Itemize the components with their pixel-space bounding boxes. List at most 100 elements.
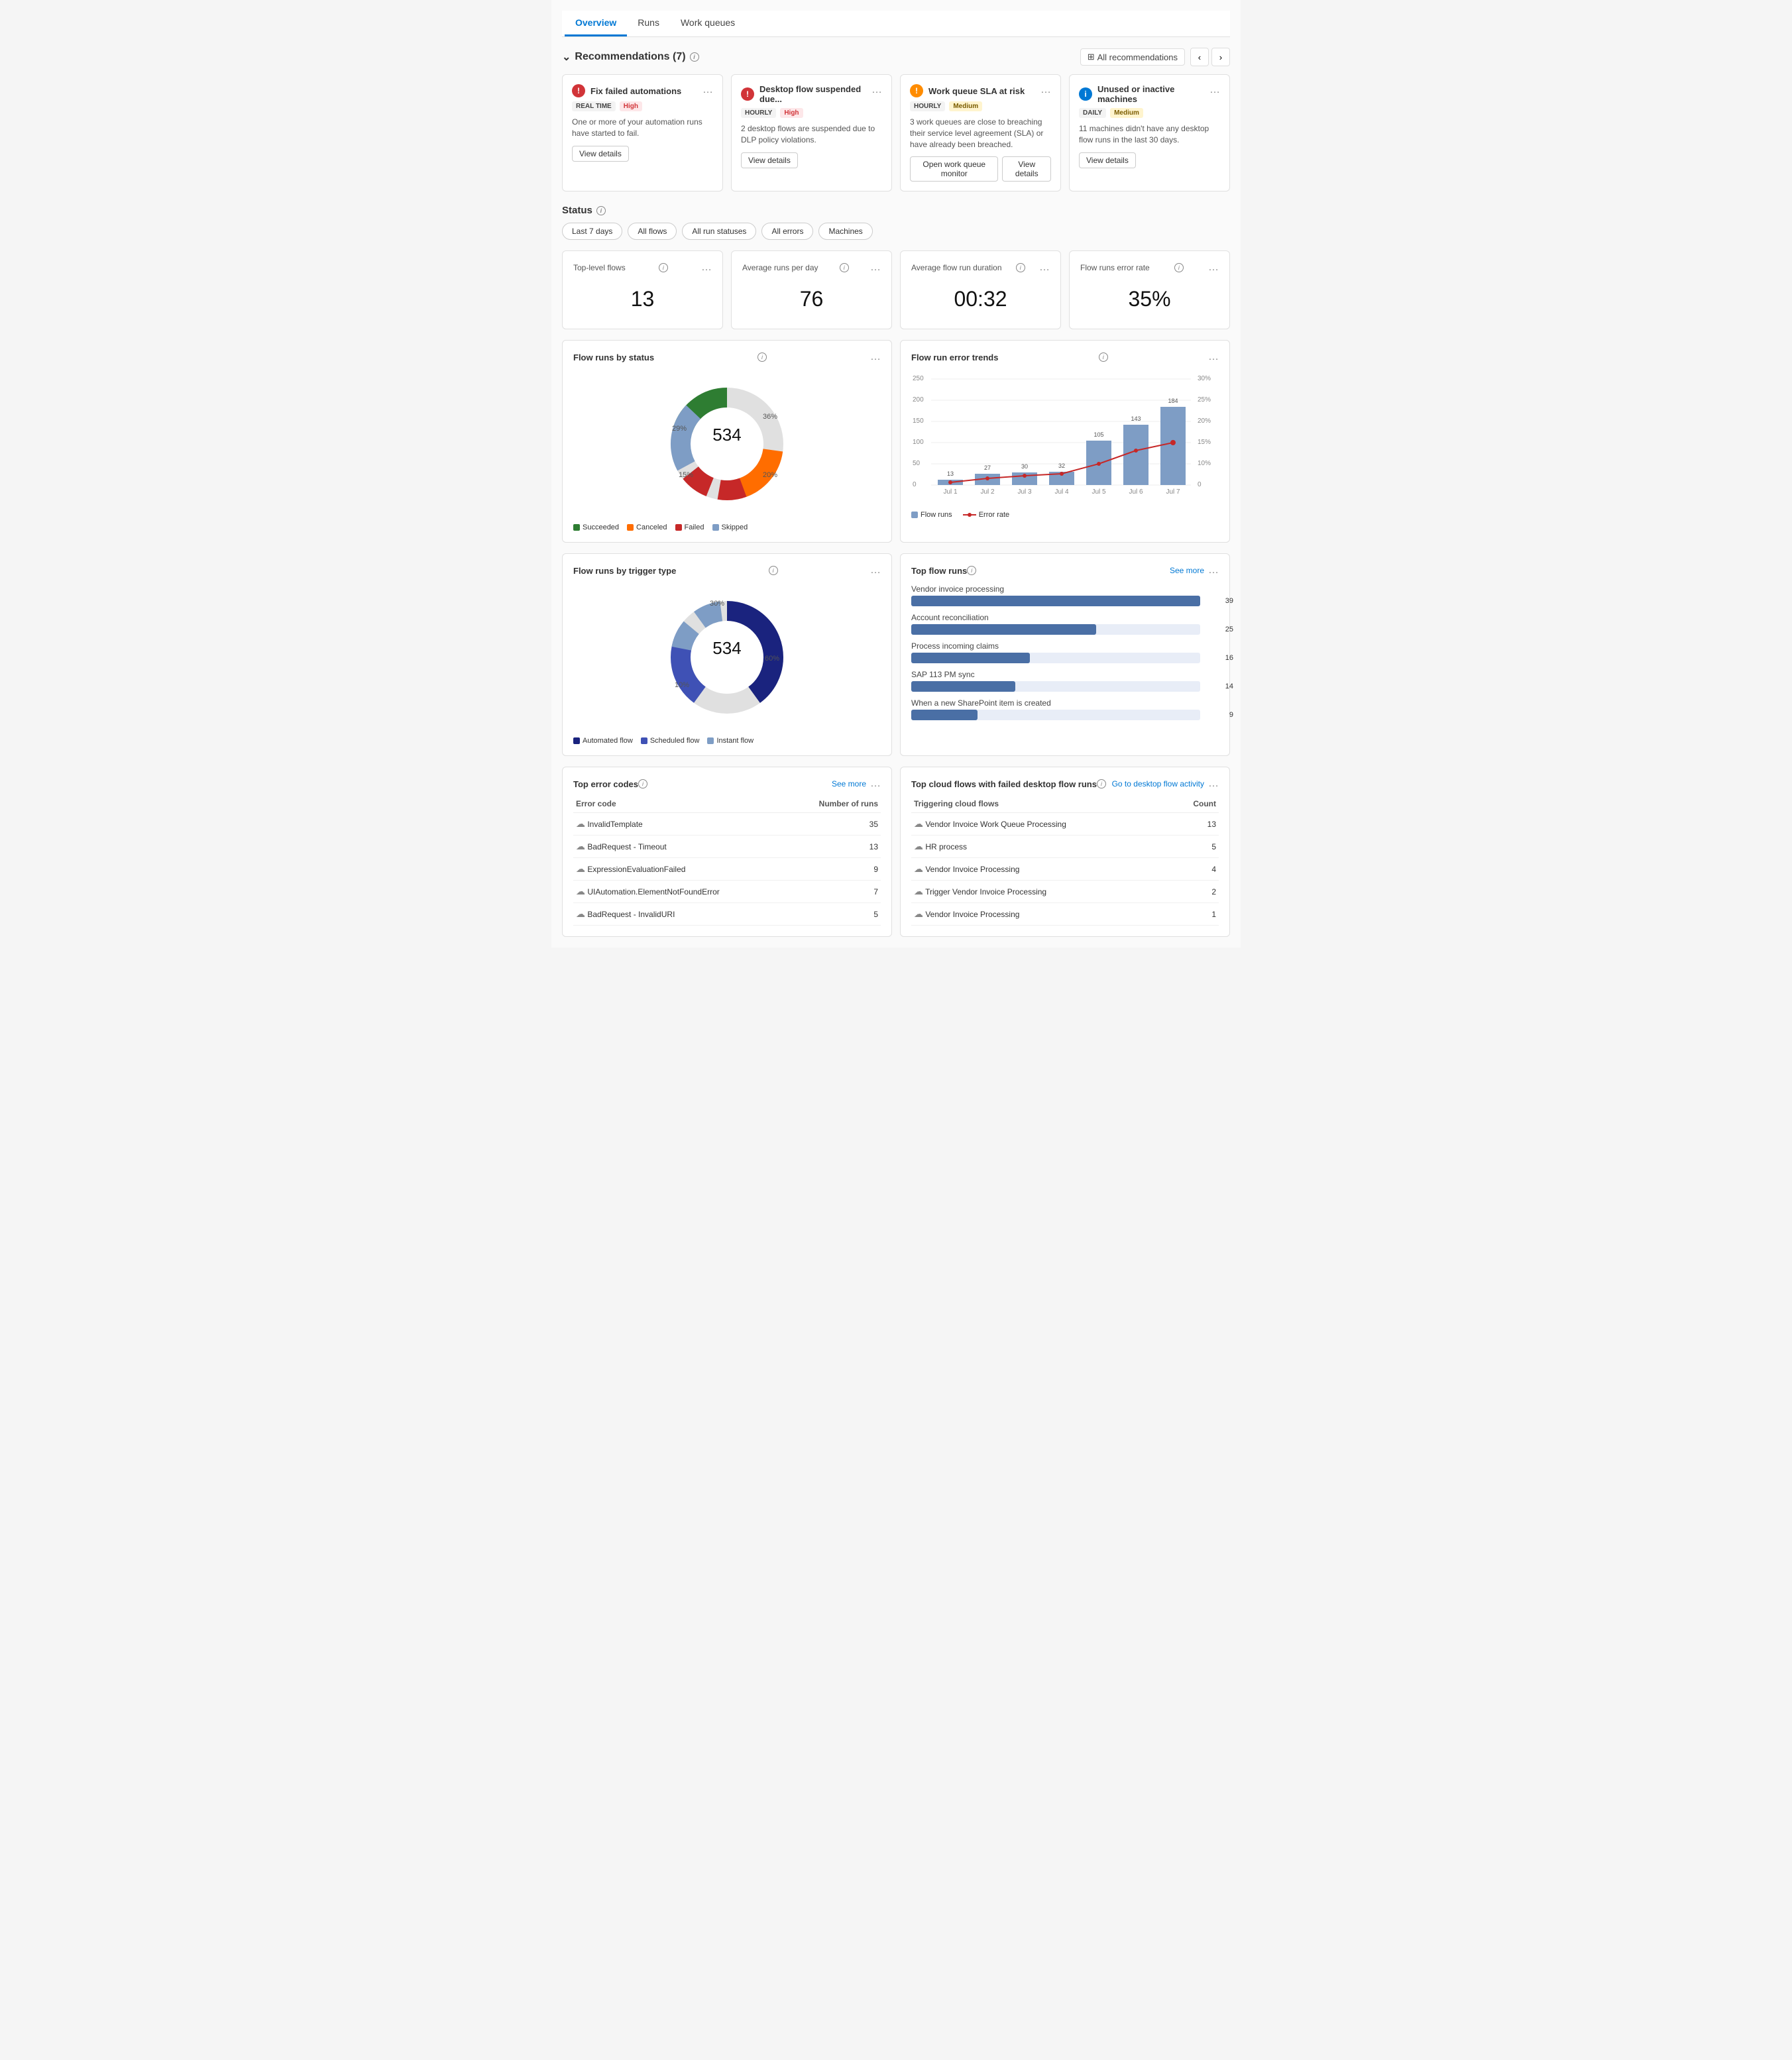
view-details-0[interactable]: View details	[572, 146, 629, 162]
error-codes-more[interactable]: …	[870, 778, 881, 790]
cloud-flows-activity-link[interactable]: Go to desktop flow activity	[1112, 779, 1204, 788]
kpi-cards: Top-level flows i … 13 Average runs per …	[562, 250, 1230, 329]
all-recommendations-button[interactable]: ⊞ All recommendations	[1080, 48, 1185, 66]
svg-text:0: 0	[1198, 481, 1202, 488]
view-details-2[interactable]: View details	[1002, 156, 1051, 182]
cloud-icon-2: ☁	[576, 863, 585, 874]
prev-arrow[interactable]: ‹	[1190, 48, 1209, 66]
top-flow-runs-info: i	[967, 566, 976, 575]
nav-workqueues[interactable]: Work queues	[670, 11, 746, 36]
rec-desc-1: 2 desktop flows are suspended due to DLP…	[741, 123, 882, 146]
view-details-1[interactable]: View details	[741, 152, 798, 168]
svg-text:50: 50	[913, 460, 921, 467]
kpi-more-1[interactable]: …	[870, 262, 881, 274]
more-icon-2[interactable]: …	[1040, 84, 1051, 96]
flow-runs-trigger-card: Flow runs by trigger type i … 534 60%	[562, 553, 892, 756]
top-flow-runs-see-more[interactable]: See more	[1170, 566, 1204, 575]
kpi-info-2: i	[1016, 263, 1025, 272]
filter-allflows[interactable]: All flows	[628, 223, 677, 240]
table-row: ☁ Vendor Invoice Processing 1	[911, 903, 1219, 926]
svg-text:Jul 7: Jul 7	[1166, 488, 1180, 496]
flow-runs-by-status-card: Flow runs by status i …	[562, 340, 892, 543]
rec-desc-3: 11 machines didn't have any desktop flow…	[1079, 123, 1220, 146]
svg-text:Jul 3: Jul 3	[1017, 488, 1032, 496]
kpi-title-0: Top-level flows	[573, 263, 626, 272]
filter-bar: Last 7 days All flows All run statuses A…	[562, 223, 1230, 240]
table-row: ☁ ExpressionEvaluationFailed 9	[573, 858, 881, 881]
top-cloud-flows-card: Top cloud flows with failed desktop flow…	[900, 767, 1230, 937]
svg-text:0: 0	[913, 481, 917, 488]
flow-run-error-trends-card: Flow run error trends i … 250 200 150 10…	[900, 340, 1230, 543]
charts-row-2: Flow runs by trigger type i … 534 60%	[562, 553, 1230, 756]
filter-machines[interactable]: Machines	[818, 223, 872, 240]
rec-title-3: Unused or inactive machines	[1097, 84, 1209, 104]
kpi-error-rate: Flow runs error rate i … 35%	[1069, 250, 1230, 329]
more-icon-0[interactable]: …	[702, 84, 713, 96]
svg-text:534: 534	[712, 638, 741, 658]
kpi-more-3[interactable]: …	[1208, 262, 1219, 274]
kpi-more-2[interactable]: …	[1039, 262, 1050, 274]
table-row: ☁ HR process 5	[911, 836, 1219, 858]
rec-grid-icon: ⊞	[1088, 52, 1095, 62]
cloud-icon-cf-2: ☁	[914, 863, 923, 874]
cloud-flows-table: Triggering cloud flows Count ☁ Vendor In…	[911, 795, 1219, 926]
svg-text:Jul 4: Jul 4	[1054, 488, 1069, 496]
donut-legend-status: Succeeded Canceled Failed Skipped	[573, 523, 881, 531]
svg-text:32: 32	[1058, 462, 1065, 469]
cloud-col-name: Triggering cloud flows	[911, 795, 1172, 813]
flow-bar-item-1: Account reconciliation 25	[911, 613, 1219, 635]
more-icon-3[interactable]: …	[1209, 84, 1220, 96]
open-monitor-2[interactable]: Open work queue monitor	[910, 156, 998, 182]
svg-text:27: 27	[984, 464, 991, 471]
svg-text:250: 250	[913, 375, 924, 382]
recommendations-title: ⌄ Recommendations (7) i	[562, 50, 699, 64]
rec-card-3: i Unused or inactive machines … DAILY Me…	[1069, 74, 1230, 191]
donut-chart-status: 534 36% 20% 15% 29%	[573, 371, 881, 517]
svg-text:13: 13	[947, 470, 954, 477]
filter-last7days[interactable]: Last 7 days	[562, 223, 622, 240]
kpi-avg-duration: Average flow run duration i … 00:32	[900, 250, 1061, 329]
badge-medium-2: Medium	[949, 101, 982, 111]
svg-text:20%: 20%	[763, 471, 777, 479]
top-flow-runs-card: Top flow runs i See more … Vendor invoic…	[900, 553, 1230, 756]
rec-title-0: Fix failed automations	[590, 86, 681, 96]
cloud-flows-more[interactable]: …	[1208, 778, 1219, 790]
kpi-title-3: Flow runs error rate	[1080, 263, 1150, 272]
cloud-col-count: Count	[1172, 795, 1219, 813]
badge-high-1: High	[780, 108, 803, 118]
badge-realtime-0: REAL TIME	[572, 101, 616, 111]
error-trends-more[interactable]: …	[1208, 351, 1219, 363]
svg-text:10%: 10%	[1198, 460, 1211, 467]
rec-card-0: ! Fix failed automations … REAL TIME Hig…	[562, 74, 723, 191]
next-arrow[interactable]: ›	[1211, 48, 1230, 66]
kpi-more-0[interactable]: …	[701, 262, 712, 274]
filter-allerrors[interactable]: All errors	[761, 223, 813, 240]
svg-text:36%: 36%	[763, 413, 777, 421]
info-icon: i	[690, 52, 699, 62]
nav-overview[interactable]: Overview	[565, 11, 627, 36]
table-row: ☁ Trigger Vendor Invoice Processing 2	[911, 881, 1219, 903]
trigger-more[interactable]: …	[870, 565, 881, 576]
status-title: Status i	[562, 205, 1230, 216]
table-row: ☁ UIAutomation.ElementNotFoundError 7	[573, 881, 881, 903]
nav-runs[interactable]: Runs	[627, 11, 670, 36]
status-info-icon: i	[596, 206, 606, 215]
badge-daily-3: DAILY	[1079, 108, 1106, 118]
svg-text:25%: 25%	[1198, 396, 1211, 404]
flow-bar-item-2: Process incoming claims 16	[911, 641, 1219, 663]
kpi-info-3: i	[1174, 263, 1184, 272]
flow-runs-status-more[interactable]: …	[870, 351, 881, 363]
kpi-value-3: 35%	[1080, 280, 1219, 318]
svg-text:Jul 6: Jul 6	[1129, 488, 1143, 496]
svg-text:105: 105	[1093, 431, 1103, 438]
view-details-3[interactable]: View details	[1079, 152, 1136, 168]
filter-allrunstatuses[interactable]: All run statuses	[682, 223, 756, 240]
trigger-title: Flow runs by trigger type	[573, 566, 676, 576]
cloud-icon-4: ☁	[576, 908, 585, 919]
kpi-value-0: 13	[573, 280, 712, 318]
kpi-info-1: i	[840, 263, 849, 272]
error-codes-see-more[interactable]: See more	[832, 779, 866, 788]
top-flow-runs-more[interactable]: …	[1208, 565, 1219, 576]
more-icon-1[interactable]: …	[871, 84, 882, 96]
table-row: ☁ Vendor Invoice Processing 4	[911, 858, 1219, 881]
